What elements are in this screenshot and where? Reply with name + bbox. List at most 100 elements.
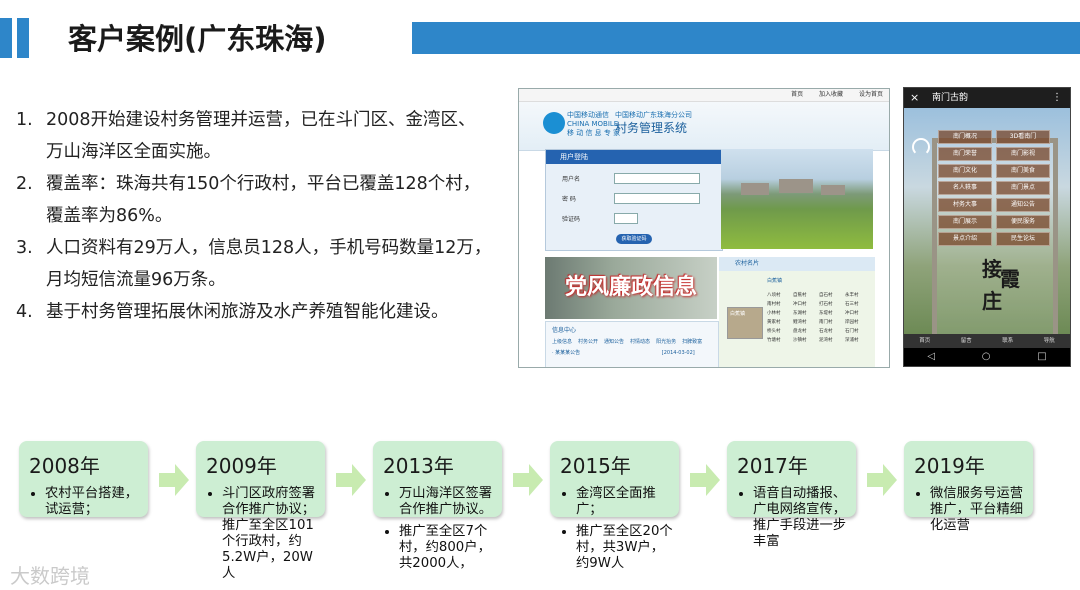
app-menu-button[interactable]: 南门文化 <box>938 164 992 178</box>
bullet-number: 4. <box>16 302 33 322</box>
app-menu-button[interactable]: 景点介绍 <box>938 232 992 246</box>
village-link[interactable]: 石龙村 <box>819 327 845 336</box>
village-link[interactable]: 桥头村 <box>767 327 793 336</box>
app-nav-contact[interactable]: 联系 <box>1002 334 1013 348</box>
app-menu-button[interactable]: 通知公告 <box>996 198 1050 212</box>
info-tab[interactable]: 上级信息 <box>552 339 572 345</box>
timeline-year: 2009年 <box>206 454 277 478</box>
app-nav-navigation[interactable]: 导航 <box>1044 334 1055 348</box>
more-menu-icon[interactable]: ⋮ <box>1052 88 1062 108</box>
app-menu-button[interactable]: 民生论坛 <box>996 232 1050 246</box>
village-link[interactable]: 八顷村 <box>767 291 793 300</box>
password-input[interactable] <box>614 193 700 204</box>
app-menu-button[interactable]: 南门影视 <box>996 147 1050 161</box>
case-bullet-list: 1. 2008开始建设村务管理并运营，已在斗门区、金湾区、 万山海洋区全面实施。 2.… <box>16 104 516 328</box>
app-menu-button[interactable]: 村务大事 <box>938 198 992 212</box>
close-icon[interactable]: × <box>910 88 919 108</box>
village-link[interactable]: 鲤湾村 <box>793 318 819 327</box>
portal-link-sethome[interactable]: 设为首页 <box>859 91 883 98</box>
village-sign: 接 霞 庄 <box>982 257 1020 313</box>
app-menu-button[interactable]: 名人轶事 <box>938 181 992 195</box>
app-menu-button[interactable]: 便民服务 <box>996 215 1050 229</box>
app-nav-message[interactable]: 留言 <box>961 334 972 348</box>
bullet-line: 人口资料有29万人，信息员128人，手机号码数量12万， <box>46 238 492 258</box>
android-system-nav: ◁ ○ □ <box>904 348 1070 366</box>
village-link[interactable]: 南村村 <box>767 300 793 309</box>
home-icon[interactable]: ○ <box>982 348 991 366</box>
village-portal-screenshot: 首页 加入收藏 设为首页 中国移动通信 CHINA MOBILE 移 动 信 息… <box>518 88 890 368</box>
timeline-description: 斗门区政府签署合作推广协议；推广至全区101个行政村，约5.2W户，20W人 <box>208 486 323 588</box>
timeline-description: 金湾区全面推广； 推广至全区20个村，共3W户，约9W人 <box>562 486 677 578</box>
captcha-input[interactable] <box>614 213 638 224</box>
info-list-item[interactable]: · 某某某公告 [2014-03-02] <box>546 345 718 356</box>
village-link[interactable]: 盘龙村 <box>793 327 819 336</box>
info-tab[interactable]: 村务公开 <box>578 339 598 345</box>
info-tab[interactable]: 村情动态 <box>630 339 650 345</box>
arrow-right-icon <box>690 464 720 496</box>
headphones-icon[interactable] <box>912 138 930 156</box>
app-menu-button[interactable]: 南门景点 <box>996 181 1050 195</box>
village-link[interactable]: 小林村 <box>767 309 793 318</box>
app-menu-button[interactable]: 3D看南门 <box>996 130 1050 144</box>
title-accent-bar <box>17 18 29 58</box>
back-icon[interactable]: ◁ <box>927 348 935 366</box>
bullet-item: 3. 人口资料有29万人，信息员128人，手机号码数量12万， 月均短信流量96万条… <box>16 232 516 296</box>
timeline-year: 2015年 <box>560 454 631 478</box>
bullet-text: 2008开始建设村务管理并运营，已在斗门区、金湾区、 万山海洋区全面实施。 <box>46 104 516 168</box>
info-tab[interactable]: 通知公告 <box>604 339 624 345</box>
integrity-news-banner[interactable]: 党风廉政信息 <box>545 257 717 319</box>
arrow-right-icon <box>867 464 897 496</box>
bullet-item: 4. 基于村务管理拓展休闲旅游及水产养殖智能化建设。 <box>16 296 516 328</box>
village-link[interactable]: 南门村 <box>819 318 845 327</box>
timeline-item: 金湾区全面推广； <box>576 486 677 518</box>
timeline-year: 2019年 <box>914 454 985 478</box>
village-link[interactable]: 冲口村 <box>793 300 819 309</box>
portal-login-panel: 用户登陆 用户名 密 码 验证码 获取验证码 <box>545 149 723 251</box>
recents-icon[interactable]: □ <box>1037 348 1046 366</box>
app-menu-button[interactable]: 南门概况 <box>938 130 992 144</box>
village-link[interactable]: 冲口村 <box>845 309 871 318</box>
village-link[interactable]: 永丰村 <box>845 291 871 300</box>
info-center-tabs: 上级信息 村务公开 通知公告 村情动态 阳光抬务 扫脾致富 <box>546 334 718 345</box>
village-card-panel: 农村名片 白蕉镇 白蕉镇 八顷村 自蕉村 自石村 永丰村 南村村 冲口村 打石村 石三村 小林村… <box>719 257 875 367</box>
town-thumbnail[interactable]: 白蕉镇 <box>727 307 763 339</box>
village-link[interactable]: 自蕉村 <box>793 291 819 300</box>
village-link[interactable]: 打石村 <box>819 300 845 309</box>
village-link[interactable]: 东堤村 <box>819 309 845 318</box>
bullet-item: 1. 2008开始建设村务管理并运营，已在斗门区、金湾区、 万山海洋区全面实施。 <box>16 104 516 168</box>
app-menu-button[interactable]: 南门展示 <box>938 215 992 229</box>
timeline-item: 斗门区政府签署合作推广协议；推广至全区101个行政村，约5.2W户，20W人 <box>222 486 323 582</box>
portal-link-favorite[interactable]: 加入收藏 <box>819 91 843 98</box>
info-tab[interactable]: 扫脾致富 <box>682 339 702 345</box>
village-link[interactable]: 竹塘村 <box>767 336 793 345</box>
bullet-line: 2008开始建设村务管理并运营，已在斗门区、金湾区、 <box>46 110 476 130</box>
timeline-year: 2013年 <box>383 454 454 478</box>
village-link[interactable]: 深浦村 <box>845 336 871 345</box>
app-menu-button[interactable]: 南门荣誉 <box>938 147 992 161</box>
timeline-item: 微信服务号运营推广，平台精细化运营 <box>930 486 1031 534</box>
village-link[interactable]: 沙镇村 <box>793 336 819 345</box>
timeline-description: 微信服务号运营推广，平台精细化运营 <box>916 486 1031 540</box>
village-link[interactable]: 自石村 <box>819 291 845 300</box>
title-accent-bar <box>0 18 12 58</box>
village-link[interactable]: 石门村 <box>845 327 871 336</box>
village-link[interactable]: 岸园村 <box>845 318 871 327</box>
app-menu-button[interactable]: 南门美食 <box>996 164 1050 178</box>
app-body: 南门概况 3D看南门 南门荣誉 南门影视 南门文化 南门美食 名人轶事 南门景点 村务大事 通知公… <box>904 108 1070 339</box>
village-link[interactable]: 石三村 <box>845 300 871 309</box>
portal-link-home[interactable]: 首页 <box>791 91 803 98</box>
bullet-item: 2. 覆盖率：珠海共有150个行政村，平台已覆盖128个村， 覆盖率为86%。 <box>16 168 516 232</box>
timeline-description: 农村平台搭建，试运营； <box>31 486 146 524</box>
bullet-text: 人口资料有29万人，信息员128人，手机号码数量12万， 月均短信流量96万条。 <box>46 232 516 296</box>
town-label: 白蕉镇 <box>767 278 783 284</box>
title-band <box>412 22 1080 54</box>
village-link[interactable]: 东湖村 <box>793 309 819 318</box>
info-tab[interactable]: 阳光抬务 <box>656 339 676 345</box>
get-captcha-button[interactable]: 获取验证码 <box>616 234 652 244</box>
app-nav-home[interactable]: 首页 <box>919 334 930 348</box>
portal-banner: 中国移动通信 CHINA MOBILE 移 动 信 息 专 家 中国移动广东珠海… <box>519 102 889 151</box>
village-link[interactable]: 黄家村 <box>767 318 793 327</box>
username-input[interactable] <box>614 173 700 184</box>
village-link[interactable]: 泥湾村 <box>819 336 845 345</box>
username-label: 用户名 <box>562 176 581 183</box>
